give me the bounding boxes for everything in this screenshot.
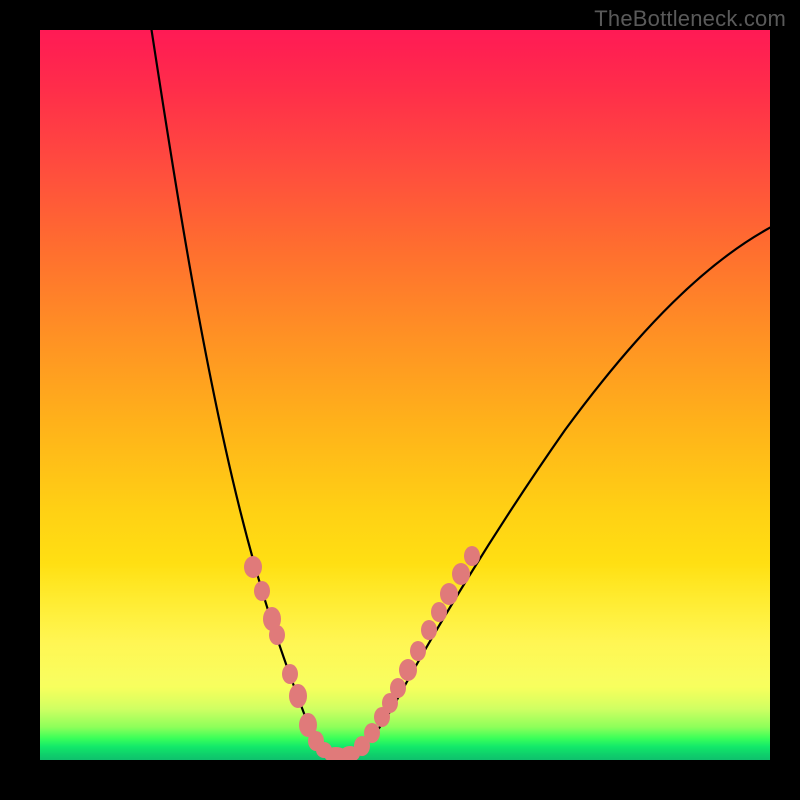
curve-dot [421,620,437,640]
curve-dot [254,581,270,601]
curve-dot [364,723,380,743]
stage: TheBottleneck.com [0,0,800,800]
watermark-text: TheBottleneck.com [594,6,786,32]
curve-dot [440,583,458,605]
chart-area [40,30,770,760]
curve-dot [244,556,262,578]
curve-dot [410,641,426,661]
curve-dot [289,684,307,708]
curve-dot [390,678,406,698]
curve-dot [282,664,298,684]
curve-dots [244,546,480,760]
chart-svg [40,30,770,760]
curve-dot [269,625,285,645]
left-curve [150,30,340,756]
curve-dot [464,546,480,566]
curve-dot [452,563,470,585]
curve-dot [431,602,447,622]
curve-dot [399,659,417,681]
